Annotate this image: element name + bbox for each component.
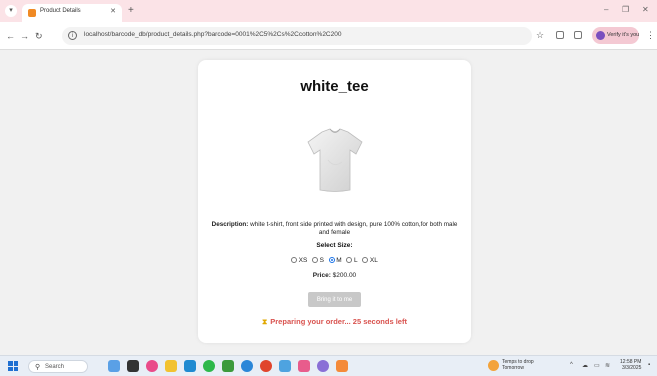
- taskbar-app-icon[interactable]: [146, 360, 158, 372]
- product-price: Price: $200.00: [198, 272, 471, 279]
- size-option-label: XL: [369, 257, 378, 264]
- size-radio-xl[interactable]: [362, 257, 369, 263]
- size-option-label: XS: [298, 257, 308, 264]
- notification-icon[interactable]: ▪: [648, 362, 650, 368]
- favicon-icon: [28, 9, 36, 17]
- back-icon[interactable]: ←: [6, 30, 15, 42]
- hourglass-icon: ⧗: [262, 317, 268, 326]
- weather-icon[interactable]: [488, 360, 499, 371]
- wifi-icon[interactable]: ≋: [605, 362, 610, 369]
- size-options: XS S M L XL: [198, 257, 471, 264]
- tab-product-details[interactable]: Product Details ✕: [22, 4, 122, 22]
- cloud-icon[interactable]: ☁: [582, 362, 588, 369]
- taskbar-app-icon[interactable]: [279, 360, 291, 372]
- extension-icon[interactable]: [556, 31, 564, 39]
- taskbar-app-icon[interactable]: [336, 360, 348, 372]
- browser-tab-strip: ▾ Product Details ✕ + – ❐ ✕: [0, 0, 657, 22]
- size-option-l[interactable]: L: [346, 257, 358, 264]
- taskbar-app-icon[interactable]: [184, 360, 196, 372]
- bring-it-to-me-button[interactable]: Bring it to me: [308, 292, 361, 307]
- taskbar-app-active-icon[interactable]: [298, 360, 310, 372]
- profile-button[interactable]: Verify it's you: [592, 27, 639, 44]
- order-status: ⧗ Preparing your order... 25 seconds left: [198, 317, 471, 327]
- description-label: Description:: [211, 221, 249, 228]
- size-label: Select Size:: [316, 242, 353, 249]
- product-card: white_tee Description: white t-shirt, fr…: [198, 60, 471, 343]
- tab-title: Product Details: [40, 8, 81, 14]
- size-option-xs[interactable]: XS: [291, 257, 307, 264]
- size-option-label: L: [353, 257, 358, 264]
- address-bar-row: ← → ↻ i localhost/barcode_db/product_det…: [0, 22, 657, 50]
- windows-start-icon[interactable]: [8, 361, 18, 371]
- side-panel-icon[interactable]: [574, 31, 582, 39]
- edge-icon[interactable]: [241, 360, 253, 372]
- search-label: Search: [45, 364, 65, 370]
- bookmark-star-icon[interactable]: ☆: [536, 30, 544, 41]
- tab-search-icon[interactable]: ▾: [5, 5, 17, 17]
- product-image: [307, 128, 363, 192]
- menu-kebab-icon[interactable]: ⋮: [646, 30, 655, 41]
- size-option-label: M: [336, 257, 342, 264]
- taskbar-app-taskview-icon[interactable]: [127, 360, 139, 372]
- size-option-xl[interactable]: XL: [362, 257, 378, 264]
- size-option-s[interactable]: S: [312, 257, 324, 264]
- site-info-icon[interactable]: i: [68, 31, 77, 40]
- close-window-icon[interactable]: ✕: [642, 5, 649, 14]
- chrome-icon[interactable]: [260, 360, 272, 372]
- taskbar-app-icon[interactable]: [222, 360, 234, 372]
- size-option-m[interactable]: M: [328, 257, 342, 264]
- url-field[interactable]: i localhost/barcode_db/product_details.p…: [62, 27, 532, 45]
- profile-label: Verify it's you: [607, 32, 640, 38]
- taskbar: ⚲ Search Temps to drop Tomorrow ^ ☁ ▭ ≋ 1…: [0, 355, 657, 376]
- size-radio-xs[interactable]: [291, 257, 298, 263]
- new-tab-icon[interactable]: +: [128, 5, 134, 17]
- file-explorer-icon[interactable]: [165, 360, 177, 372]
- url-text[interactable]: localhost/barcode_db/product_details.php…: [84, 31, 341, 38]
- taskbar-clock[interactable]: 12:58 PM 3/3/2025: [620, 359, 641, 371]
- tab-close-icon[interactable]: ✕: [110, 7, 116, 15]
- minimize-icon[interactable]: –: [604, 5, 608, 14]
- size-option-label: S: [319, 257, 324, 264]
- size-radio-m[interactable]: [328, 257, 335, 263]
- reload-icon[interactable]: ↻: [35, 30, 43, 42]
- search-icon: ⚲: [35, 364, 41, 371]
- tray-chevron-icon[interactable]: ^: [570, 362, 573, 368]
- maximize-icon[interactable]: ❐: [622, 5, 629, 14]
- taskbar-app-icon[interactable]: [203, 360, 215, 372]
- weather-widget[interactable]: Temps to drop Tomorrow: [502, 359, 534, 371]
- clock-date: 3/3/2025: [621, 365, 642, 371]
- avatar: [596, 31, 605, 40]
- price-label: Price:: [312, 272, 331, 279]
- forward-icon[interactable]: →: [20, 30, 29, 42]
- size-radio-s[interactable]: [312, 257, 319, 263]
- price-value: $200.00: [330, 272, 357, 279]
- taskbar-search[interactable]: ⚲ Search: [28, 360, 88, 373]
- taskbar-app-widgets-icon[interactable]: [108, 360, 120, 372]
- status-text: Preparing your order... 25 seconds left: [270, 317, 407, 326]
- product-description: Description: white t-shirt, front side p…: [208, 221, 461, 237]
- product-title: white_tee: [300, 78, 369, 95]
- taskbar-app-icon[interactable]: [317, 360, 329, 372]
- monitor-icon[interactable]: ▭: [594, 362, 600, 369]
- size-radio-l[interactable]: [346, 257, 353, 263]
- weather-line-2: Tomorrow: [502, 365, 524, 371]
- description-text: white t-shirt, front side printed with d…: [248, 221, 458, 236]
